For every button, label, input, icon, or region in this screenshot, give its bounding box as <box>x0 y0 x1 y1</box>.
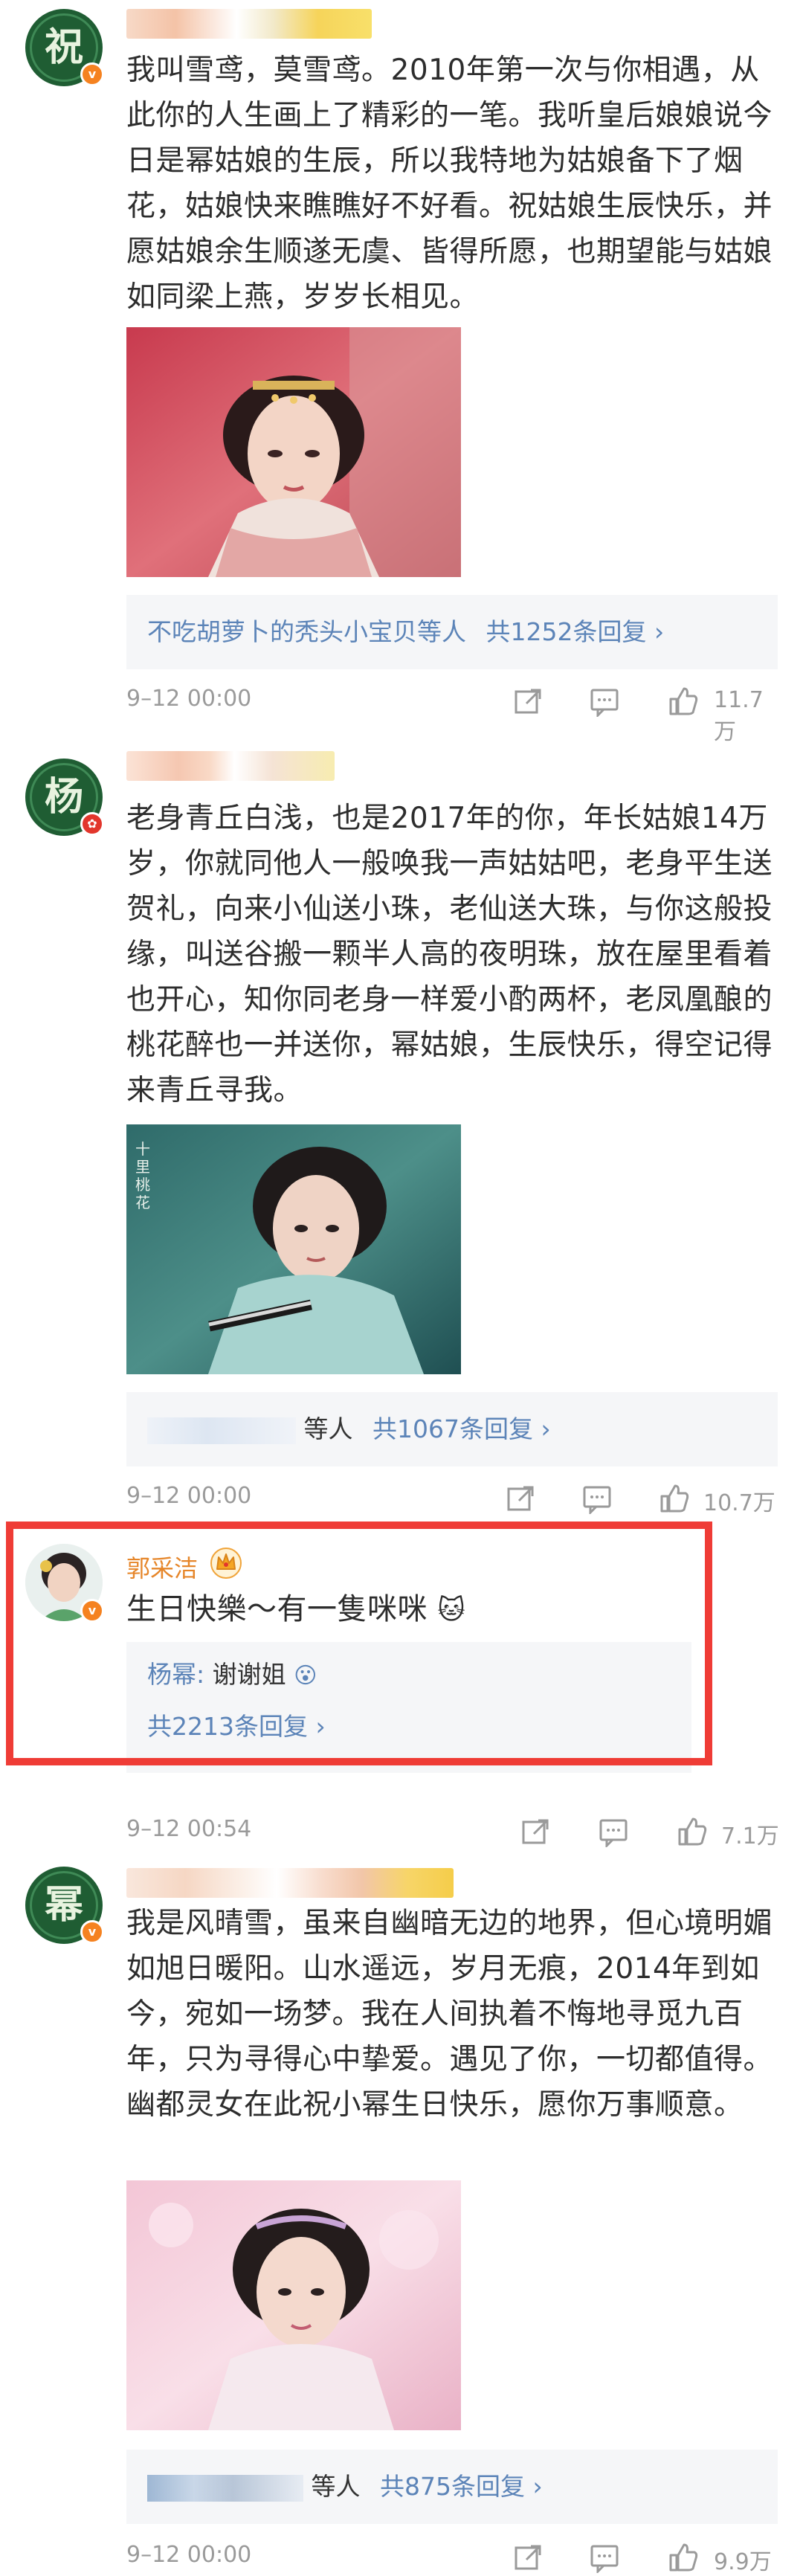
timestamp: 9–12 00:00 <box>126 686 252 712</box>
like-icon[interactable] <box>668 686 699 717</box>
reply-users[interactable]: 不吃胡萝卜的秃头小宝贝等人 <box>147 617 466 646</box>
timestamp: 9–12 00:00 <box>126 1483 252 1509</box>
comment-meta: 9–12 00:00 10.7万 <box>126 1480 781 1517</box>
timestamp: 9–12 00:00 <box>126 2542 252 2568</box>
verified-icon: ✿ <box>80 812 104 836</box>
like-count: 10.7万 <box>703 1490 775 1516</box>
comment-meta: 9–12 00:54 7.1万 <box>126 1813 781 1850</box>
reply-users-blurred[interactable] <box>147 1417 296 1444</box>
like-icon[interactable] <box>668 2542 699 2573</box>
verified-icon: v <box>80 1920 104 1944</box>
username-blurred[interactable] <box>126 751 335 781</box>
username-blurred[interactable] <box>126 9 372 39</box>
comment-text: 我叫雪鸢，莫雪鸢。2010年第一次与你相遇，从此你的人生画上了精彩的一笔。我听皇… <box>126 54 773 314</box>
photo-image <box>126 2180 461 2430</box>
svg-text:桃: 桃 <box>135 1176 150 1194</box>
reply-count-link[interactable]: 共1067条回复 › <box>373 1414 551 1443</box>
share-icon[interactable] <box>506 1483 537 1514</box>
reply-users-blurred[interactable] <box>147 2474 303 2502</box>
photo-image: 十 里 桃 花 <box>126 1124 461 1374</box>
comment-icon[interactable] <box>581 1483 613 1514</box>
comment-icon[interactable] <box>589 2542 620 2573</box>
like-icon[interactable] <box>659 1483 690 1514</box>
reply-summary[interactable]: 不吃胡萝卜的秃头小宝贝等人 共1252条回复 › <box>126 595 778 669</box>
highlight-box <box>6 1522 712 1765</box>
reply-users[interactable]: 等人 <box>304 1414 353 1443</box>
svg-text:十: 十 <box>135 1140 150 1158</box>
comment-icon[interactable] <box>589 686 620 717</box>
like-icon[interactable] <box>677 1816 708 1847</box>
like-count: 9.9万 <box>714 2549 772 2575</box>
comment-text: 老身青丘白浅，也是2017年的你，年长姑娘14万岁，你就同他人一般唤我一声姑姑吧… <box>126 802 773 1107</box>
photo-image <box>126 327 461 577</box>
comment-photo[interactable] <box>126 2180 461 2430</box>
comment-meta: 9–12 00:00 9.9万 <box>126 2539 781 2576</box>
verified-icon: v <box>80 62 104 86</box>
timestamp: 9–12 00:54 <box>126 1816 252 1842</box>
comment-icon[interactable] <box>598 1816 629 1847</box>
share-icon[interactable] <box>513 686 544 717</box>
like-count: 11.7万 <box>714 687 764 745</box>
comment-text: 我是风晴雪，虽来自幽暗无边的地界，但心境明媚如旭日暖阳。山水遥远，岁月无痕，20… <box>126 1907 773 2122</box>
like-count: 7.1万 <box>721 1823 779 1849</box>
svg-text:里: 里 <box>135 1158 150 1176</box>
comment-photo[interactable] <box>126 327 461 577</box>
reply-summary[interactable]: 等人 共1067条回复 › <box>126 1392 778 1466</box>
reply-summary[interactable]: 等人 共875条回复 › <box>126 2450 778 2524</box>
reply-count-link[interactable]: 共1252条回复 › <box>486 617 665 646</box>
svg-text:花: 花 <box>135 1194 150 1211</box>
comment-meta: 9–12 00:00 11.7万 <box>126 683 781 745</box>
reply-users[interactable]: 等人 <box>312 2472 361 2501</box>
share-icon[interactable] <box>513 2542 544 2573</box>
reply-count-link[interactable]: 共875条回复 › <box>380 2472 543 2501</box>
share-icon[interactable] <box>520 1816 552 1847</box>
username-blurred[interactable] <box>126 1868 454 1898</box>
comment-photo[interactable]: 十 里 桃 花 <box>126 1124 461 1374</box>
